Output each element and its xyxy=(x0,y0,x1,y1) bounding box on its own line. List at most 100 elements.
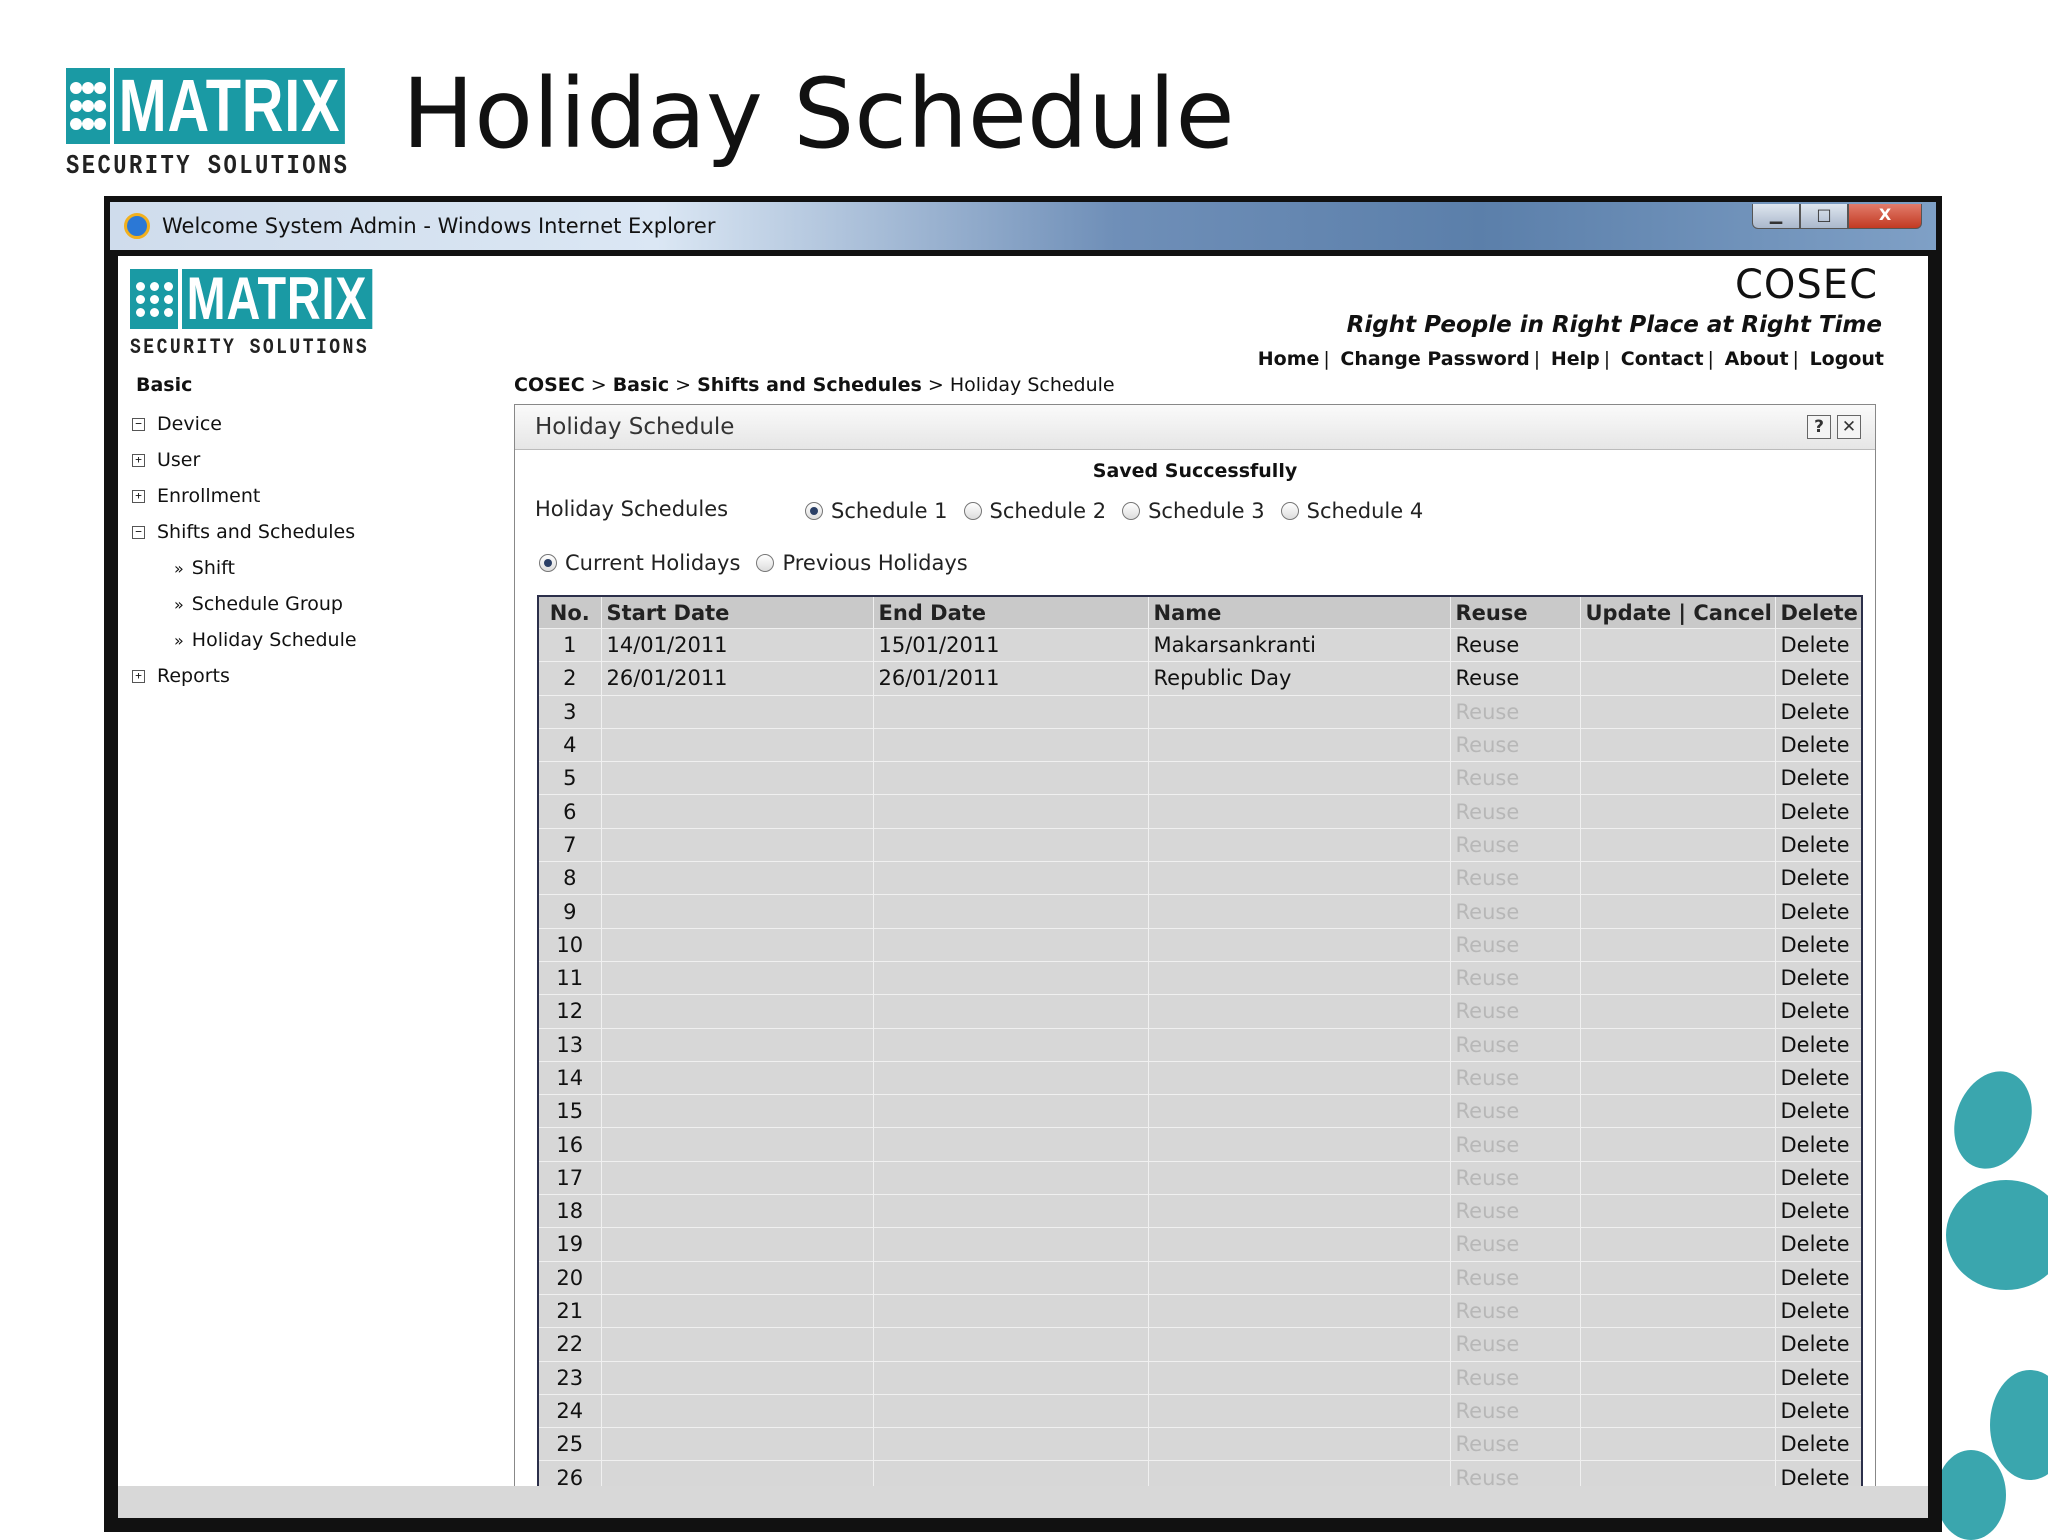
link-home[interactable]: Home xyxy=(1258,348,1320,370)
cell-start-date[interactable] xyxy=(601,1427,874,1462)
cell-end-date[interactable] xyxy=(873,1127,1149,1162)
cell-end-date[interactable] xyxy=(873,1028,1149,1062)
cell-start-date[interactable] xyxy=(601,1327,874,1362)
breadcrumb-cosec[interactable]: COSEC xyxy=(514,374,585,396)
cell-start-date[interactable] xyxy=(601,1227,874,1262)
cell-end-date[interactable] xyxy=(873,1194,1149,1229)
cell-update-cancel[interactable] xyxy=(1580,1161,1776,1196)
delete-link[interactable]: Delete xyxy=(1775,828,1861,863)
cell-start-date[interactable] xyxy=(601,1460,874,1486)
maximize-button[interactable]: □ xyxy=(1800,204,1848,229)
table-row[interactable]: 9 Reuse Delete xyxy=(539,894,1861,929)
cell-name[interactable] xyxy=(1148,894,1451,929)
cell-update-cancel[interactable] xyxy=(1580,861,1776,896)
table-row[interactable]: 23 Reuse Delete xyxy=(539,1361,1861,1395)
cell-name[interactable] xyxy=(1148,1361,1451,1395)
delete-link[interactable]: Delete xyxy=(1775,761,1861,796)
cell-end-date[interactable] xyxy=(873,994,1149,1029)
cell-name[interactable] xyxy=(1148,761,1451,796)
cell-start-date[interactable] xyxy=(601,695,874,729)
table-row[interactable]: 8 Reuse Delete xyxy=(539,861,1861,896)
table-row[interactable]: 26 Reuse Delete xyxy=(539,1460,1861,1486)
table-row[interactable]: 7 Reuse Delete xyxy=(539,828,1861,863)
cell-start-date[interactable] xyxy=(601,1161,874,1196)
cell-start-date[interactable] xyxy=(601,728,874,763)
table-row[interactable]: 11 Reuse Delete xyxy=(539,961,1861,996)
cell-end-date[interactable] xyxy=(873,961,1149,996)
delete-link[interactable]: Delete xyxy=(1775,1327,1861,1362)
cell-name[interactable] xyxy=(1148,1460,1451,1486)
collapse-icon[interactable]: − xyxy=(132,417,145,431)
table-row[interactable]: 3 Reuse Delete xyxy=(539,695,1861,729)
delete-link[interactable]: Delete xyxy=(1775,1227,1861,1262)
view-option-previous[interactable]: Previous Holidays xyxy=(756,551,968,575)
cell-name[interactable] xyxy=(1148,961,1451,996)
cell-start-date[interactable] xyxy=(601,761,874,796)
delete-link[interactable]: Delete xyxy=(1775,695,1861,729)
schedule-option-3[interactable]: Schedule 3 xyxy=(1122,499,1265,523)
cell-end-date[interactable] xyxy=(873,1394,1149,1429)
table-row[interactable]: 25 Reuse Delete xyxy=(539,1427,1861,1462)
delete-link[interactable]: Delete xyxy=(1775,1427,1861,1462)
cell-start-date[interactable] xyxy=(601,1127,874,1162)
cell-start-date[interactable] xyxy=(601,1261,874,1295)
cell-name[interactable] xyxy=(1148,794,1451,829)
cell-name[interactable] xyxy=(1148,1127,1451,1162)
delete-link[interactable]: Delete xyxy=(1775,961,1861,996)
cell-start-date[interactable] xyxy=(601,994,874,1029)
cell-update-cancel[interactable] xyxy=(1580,728,1776,763)
cell-start-date[interactable] xyxy=(601,1294,874,1329)
cell-start-date[interactable]: 14/01/2011 xyxy=(601,628,874,663)
expand-icon[interactable]: + xyxy=(132,489,145,503)
cell-start-date[interactable] xyxy=(601,894,874,929)
table-row[interactable]: 19 Reuse Delete xyxy=(539,1227,1861,1262)
cell-start-date[interactable] xyxy=(601,1194,874,1229)
cell-update-cancel[interactable] xyxy=(1580,1127,1776,1162)
table-row[interactable]: 22 Reuse Delete xyxy=(539,1327,1861,1362)
breadcrumb-basic[interactable]: Basic xyxy=(613,374,669,396)
close-window-button[interactable]: X xyxy=(1848,204,1922,229)
sidebar-item-device[interactable]: − Device xyxy=(126,406,426,442)
delete-link[interactable]: Delete xyxy=(1775,1194,1861,1229)
cell-start-date[interactable] xyxy=(601,961,874,996)
cell-end-date[interactable]: 15/01/2011 xyxy=(873,628,1149,663)
cell-update-cancel[interactable] xyxy=(1580,1094,1776,1129)
sidebar-item-user[interactable]: + User xyxy=(126,442,426,478)
cell-name[interactable] xyxy=(1148,1094,1451,1129)
delete-link[interactable]: Delete xyxy=(1775,1394,1861,1429)
cell-start-date[interactable] xyxy=(601,794,874,829)
cell-update-cancel[interactable] xyxy=(1580,1061,1776,1096)
table-row[interactable]: 15 Reuse Delete xyxy=(539,1094,1861,1129)
reuse-link[interactable]: Reuse xyxy=(1450,628,1581,663)
cell-start-date[interactable] xyxy=(601,1394,874,1429)
cell-update-cancel[interactable] xyxy=(1580,928,1776,962)
table-row[interactable]: 18 Reuse Delete xyxy=(539,1194,1861,1229)
cell-end-date[interactable] xyxy=(873,1261,1149,1295)
cell-name[interactable]: Republic Day xyxy=(1148,661,1451,696)
schedule-option-2[interactable]: Schedule 2 xyxy=(963,499,1106,523)
table-row[interactable]: 5 Reuse Delete xyxy=(539,761,1861,796)
cell-name[interactable] xyxy=(1148,1261,1451,1295)
cell-end-date[interactable] xyxy=(873,1094,1149,1129)
sidebar-item-reports[interactable]: + Reports xyxy=(126,658,426,694)
cell-end-date[interactable] xyxy=(873,1327,1149,1362)
table-row[interactable]: 16 Reuse Delete xyxy=(539,1127,1861,1162)
cell-update-cancel[interactable] xyxy=(1580,1294,1776,1329)
link-about[interactable]: About xyxy=(1725,348,1789,370)
cell-name[interactable] xyxy=(1148,695,1451,729)
close-icon[interactable]: ✕ xyxy=(1837,415,1861,439)
cell-end-date[interactable] xyxy=(873,695,1149,729)
cell-name[interactable] xyxy=(1148,1327,1451,1362)
delete-link[interactable]: Delete xyxy=(1775,1061,1861,1096)
delete-link[interactable]: Delete xyxy=(1775,994,1861,1029)
table-row[interactable]: 12 Reuse Delete xyxy=(539,994,1861,1029)
delete-link[interactable]: Delete xyxy=(1775,728,1861,763)
cell-update-cancel[interactable] xyxy=(1580,661,1776,696)
cell-update-cancel[interactable] xyxy=(1580,695,1776,729)
cell-start-date[interactable]: 26/01/2011 xyxy=(601,661,874,696)
cell-end-date[interactable]: 26/01/2011 xyxy=(873,661,1149,696)
delete-link[interactable]: Delete xyxy=(1775,1294,1861,1329)
cell-name[interactable] xyxy=(1148,1194,1451,1229)
app-logo[interactable]: MATRIX SECURITY SOLUTIONS xyxy=(130,268,426,360)
delete-link[interactable]: Delete xyxy=(1775,1094,1861,1129)
